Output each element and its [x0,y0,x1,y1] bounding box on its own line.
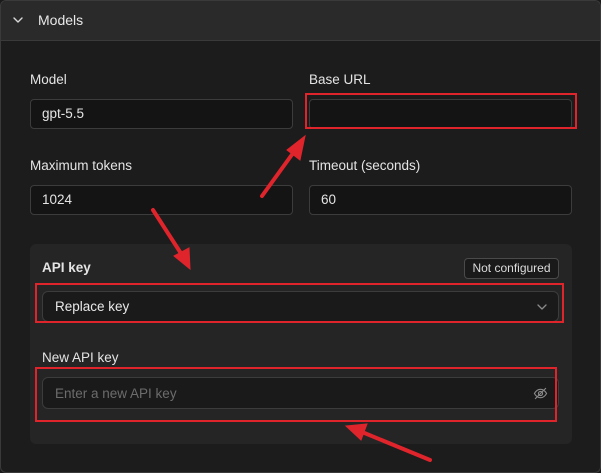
eye-off-icon[interactable] [533,386,548,401]
new-api-key-field[interactable] [42,377,559,409]
timeout-input[interactable]: 60 [309,185,572,215]
max-tokens-label: Maximum tokens [30,158,133,173]
chevron-down-icon [537,304,547,310]
api-key-label: API key [42,260,91,275]
base-url-label: Base URL [309,72,371,87]
max-tokens-input[interactable]: 1024 [30,185,293,215]
api-key-action-select[interactable]: Replace key [42,291,559,322]
new-api-key-input[interactable] [43,378,523,408]
model-input[interactable]: gpt-5.5 [30,99,293,129]
timeout-label: Timeout (seconds) [309,158,421,173]
section-title: Models [38,12,84,28]
models-section-header[interactable]: Models [1,1,600,41]
select-value: Replace key [55,299,130,314]
chevron-down-icon [13,17,23,23]
models-settings-panel: Models Model gpt-5.5 Base URL Maximum to… [0,0,601,473]
base-url-input[interactable] [309,99,572,129]
status-badge: Not configured [464,258,559,279]
model-label: Model [30,72,67,87]
new-api-key-label: New API key [42,350,119,365]
